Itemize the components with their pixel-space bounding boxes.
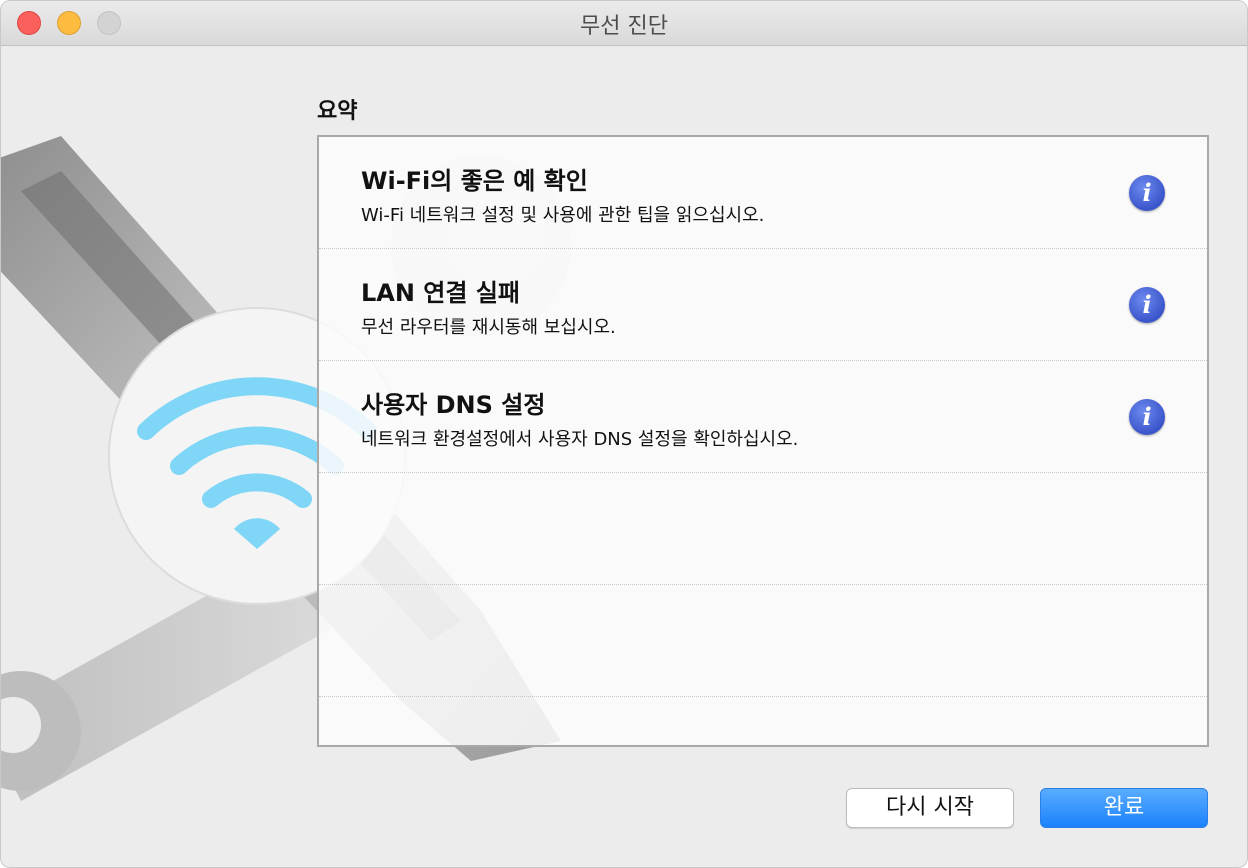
list-item: LAN 연결 실패 무선 라우터를 재시동해 보십시오. i xyxy=(319,249,1207,361)
item-title: Wi-Fi의 좋은 예 확인 xyxy=(361,167,588,195)
window-title: 무선 진단 xyxy=(580,14,668,39)
info-icon[interactable]: i xyxy=(1129,175,1165,211)
summary-list: Wi-Fi의 좋은 예 확인 Wi-Fi 네트워크 설정 및 사용에 관한 팁을… xyxy=(317,135,1209,747)
info-icon[interactable]: i xyxy=(1129,287,1165,323)
done-button[interactable]: 완료 xyxy=(1040,788,1208,828)
summary-heading: 요약 xyxy=(317,99,358,124)
item-description: Wi-Fi 네트워크 설정 및 사용에 관한 팁을 읽으십시오. xyxy=(361,205,765,226)
wireless-diagnostics-window: 무선 진단 요약 Wi-Fi의 좋은 예 확인 Wi-Fi 네트워크 설정 및 … xyxy=(0,0,1248,868)
list-item: Wi-Fi의 좋은 예 확인 Wi-Fi 네트워크 설정 및 사용에 관한 팁을… xyxy=(319,137,1207,249)
empty-row xyxy=(319,585,1207,697)
item-description: 네트워크 환경설정에서 사용자 DNS 설정을 확인하십시오. xyxy=(361,429,799,450)
list-item: 사용자 DNS 설정 네트워크 환경설정에서 사용자 DNS 설정을 확인하십시… xyxy=(319,361,1207,473)
info-icon[interactable]: i xyxy=(1129,399,1165,435)
empty-row xyxy=(319,473,1207,585)
item-title: LAN 연결 실패 xyxy=(361,279,520,307)
restart-button[interactable]: 다시 시작 xyxy=(846,788,1014,828)
item-title: 사용자 DNS 설정 xyxy=(361,391,546,419)
title-bar: 무선 진단 xyxy=(1,1,1247,46)
item-description: 무선 라우터를 재시동해 보십시오. xyxy=(361,317,616,338)
